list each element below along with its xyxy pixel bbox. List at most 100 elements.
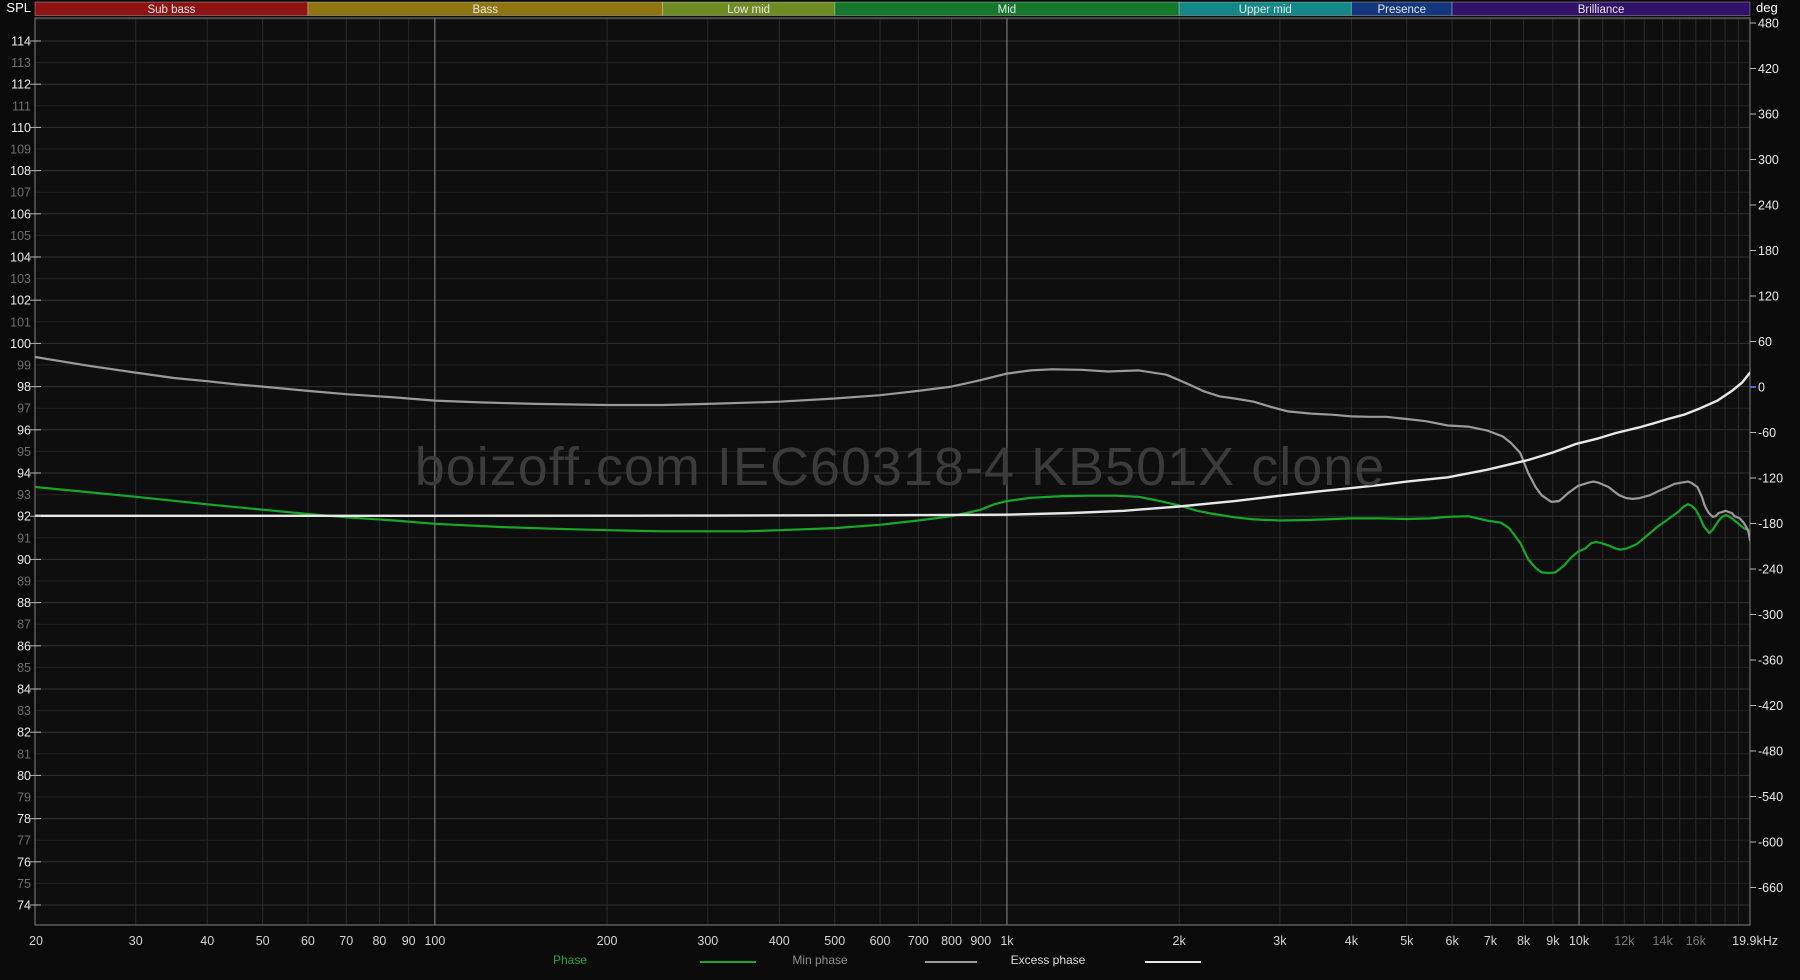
spl-tick-label: 94 xyxy=(17,467,31,481)
spl-tick-label: 84 xyxy=(17,683,31,697)
legend-label-phase: Phase xyxy=(530,953,610,967)
spl-tick-label: 85 xyxy=(17,661,31,675)
deg-tick-label: -480 xyxy=(1758,744,1783,758)
spl-tick-label: 91 xyxy=(17,531,31,545)
freq-tick-label: 200 xyxy=(597,934,618,948)
deg-tick-label: -240 xyxy=(1758,562,1783,576)
deg-tick-label: 300 xyxy=(1758,153,1779,167)
legend-line-phase xyxy=(700,961,756,963)
chart-canvas: Sub bass Bass Low mid Mid Upper mid Presence B… xyxy=(0,0,1800,980)
freq-tick-label: 400 xyxy=(769,934,790,948)
freq-tick-label: 20 xyxy=(29,934,43,948)
freq-tick-label: 800 xyxy=(941,934,962,948)
spl-tick-label: 101 xyxy=(10,315,31,329)
band-label-low-mid: Low mid xyxy=(727,4,770,16)
band-label-mid: Mid xyxy=(998,4,1017,16)
spl-tick-label: 82 xyxy=(17,726,31,740)
freq-tick-label: 1k xyxy=(1000,934,1014,948)
deg-tick-label: 60 xyxy=(1758,335,1772,349)
legend-line-excess-phase xyxy=(1145,961,1201,963)
spl-tick-label: 81 xyxy=(17,747,31,761)
spl-tick-label: 86 xyxy=(17,639,31,653)
freq-tick-label: 600 xyxy=(870,934,891,948)
spl-tick-label: 109 xyxy=(10,143,31,157)
spl-tick-label: 102 xyxy=(10,294,31,308)
spl-tick-label: 89 xyxy=(17,575,31,589)
spl-tick-label: 103 xyxy=(10,272,31,286)
band-label-brilliance: Brilliance xyxy=(1578,4,1625,16)
deg-tick-label: 420 xyxy=(1758,62,1779,76)
spl-tick-label: 111 xyxy=(12,99,31,113)
freq-tick-label: 70 xyxy=(339,934,353,948)
deg-tick-label: 240 xyxy=(1758,199,1779,213)
freq-tick-label: 500 xyxy=(824,934,845,948)
spl-tick-label: 92 xyxy=(17,510,31,524)
spl-tick-label: 114 xyxy=(11,35,31,49)
spl-tick-label: 113 xyxy=(11,56,31,70)
spl-tick-label: 87 xyxy=(17,618,31,632)
deg-tick-label: -360 xyxy=(1758,653,1783,667)
freq-tick-label: 30 xyxy=(129,934,143,948)
freq-tick-label: 60 xyxy=(301,934,315,948)
deg-tick-label: -60 xyxy=(1758,426,1776,440)
spl-tick-label: 95 xyxy=(17,445,31,459)
freq-tick-label: 700 xyxy=(908,934,929,948)
freq-tick-label: 900 xyxy=(970,934,991,948)
spl-tick-label: 77 xyxy=(17,834,31,848)
deg-tick-label: -300 xyxy=(1758,608,1783,622)
spl-tick-label: 106 xyxy=(10,207,31,221)
legend-line-min-phase xyxy=(925,961,977,963)
phase-measurement-chart: Sub bass Bass Low mid Mid Upper mid Presence B… xyxy=(0,0,1800,980)
freq-tick-label: 2k xyxy=(1173,934,1187,948)
freq-tick-label: 300 xyxy=(697,934,718,948)
freq-tick-label: 7k xyxy=(1484,934,1498,948)
band-label-sub-bass: Sub bass xyxy=(147,4,195,16)
band-label-presence: Presence xyxy=(1377,4,1426,16)
spl-tick-label: 74 xyxy=(17,899,31,913)
spl-tick-label: 112 xyxy=(11,78,31,92)
spl-tick-label: 98 xyxy=(17,380,31,394)
freq-tick-label: 3k xyxy=(1273,934,1287,948)
deg-tick-label: -660 xyxy=(1758,881,1783,895)
spl-tick-label: 107 xyxy=(10,186,31,200)
deg-tick-label: 0 xyxy=(1758,381,1765,395)
freq-tick-label: 8k xyxy=(1517,934,1531,948)
spl-tick-label: 104 xyxy=(10,251,31,265)
spl-tick-label: 99 xyxy=(17,359,31,373)
spl-tick-label: 97 xyxy=(17,402,31,416)
spl-tick-label: 78 xyxy=(17,812,31,826)
spl-tick-label: 79 xyxy=(17,791,31,805)
spl-tick-label: 75 xyxy=(17,877,31,891)
plot-area xyxy=(35,18,1750,925)
spl-tick-label: 88 xyxy=(17,596,31,610)
deg-tick-label: 120 xyxy=(1758,290,1779,304)
legend-label-min-phase: Min phase xyxy=(770,953,870,967)
freq-tick-label: 50 xyxy=(256,934,270,948)
deg-tick-label: -540 xyxy=(1758,790,1783,804)
spl-tick-label: 80 xyxy=(17,769,31,783)
band-label-upper-mid: Upper mid xyxy=(1239,4,1292,16)
deg-axis-title: deg xyxy=(1756,0,1778,15)
spl-axis-title: SPL xyxy=(6,0,31,15)
freq-tick-label: 100 xyxy=(424,934,445,948)
freq-tick-label: 12k xyxy=(1614,934,1635,948)
deg-tick-label: -120 xyxy=(1758,471,1783,485)
deg-tick-label: -600 xyxy=(1758,835,1783,849)
freq-tick-label: 6k xyxy=(1446,934,1460,948)
freq-tick-label: 5k xyxy=(1400,934,1414,948)
deg-tick-label: -420 xyxy=(1758,699,1783,713)
deg-tick-label: 480 xyxy=(1758,17,1779,31)
freq-tick-label: 14k xyxy=(1653,934,1674,948)
spl-tick-label: 105 xyxy=(10,229,31,243)
spl-tick-label: 76 xyxy=(17,855,31,869)
spl-tick-label: 96 xyxy=(17,423,31,437)
freq-tick-label: 10k xyxy=(1569,934,1590,948)
band-label-bass: Bass xyxy=(472,4,498,16)
deg-tick-label: 360 xyxy=(1758,108,1779,122)
spl-tick-label: 90 xyxy=(17,553,31,567)
freq-tick-label: 16k xyxy=(1686,934,1707,948)
spl-tick-label: 110 xyxy=(11,121,31,135)
freq-tick-label: 40 xyxy=(200,934,214,948)
legend-label-excess-phase: Excess phase xyxy=(995,953,1101,967)
spl-tick-label: 93 xyxy=(17,488,31,502)
